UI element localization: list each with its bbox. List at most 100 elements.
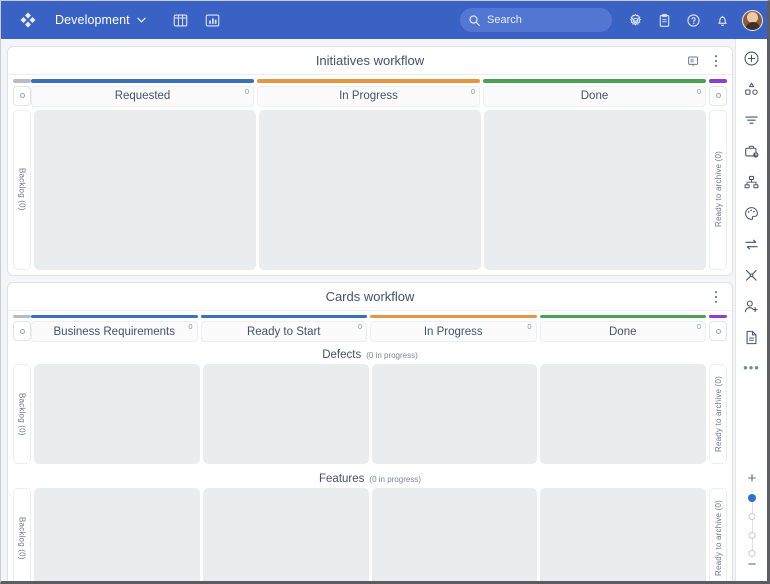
timeline-briefcase-icon[interactable] [739,138,765,164]
dropzone-done[interactable] [540,364,706,464]
topbar-actions [622,7,763,33]
backlog-lane-label-left[interactable]: Backlog (0) [13,488,31,581]
dropzone-ready-to-start[interactable] [202,364,369,464]
column-chip[interactable]: Ready to Start 0 [200,321,367,342]
backlog-lane-label-left[interactable]: Backlog (0) [13,364,31,464]
column-chip[interactable]: Done 0 [483,85,706,107]
help-icon[interactable] [680,7,706,33]
archive-lane-label-right[interactable]: Ready to archive (0) [709,109,727,270]
scissors-tools-icon[interactable] [739,262,765,288]
column-color-bar [483,79,706,83]
add-card-icon[interactable] [739,45,765,71]
dropzone-done[interactable] [484,109,706,270]
user-avatar[interactable] [742,9,763,31]
backlog-lane-collapse-toggle[interactable] [13,321,31,341]
more-tools-icon[interactable]: ••• [739,355,765,381]
archive-lane-collapse-toggle[interactable] [709,321,727,341]
dropzone-business-requirements[interactable] [34,488,200,581]
column-count: 0 [696,86,701,96]
column-color-bar [200,314,367,318]
archive-lane-label-right[interactable]: Ready to archive (0) [709,364,727,464]
column-chip[interactable]: Business Requirements 0 [31,321,198,342]
clipboard-icon[interactable] [651,7,677,33]
dropzone-ready-to-start[interactable] [202,488,369,581]
swimlane-defects: Backlog (0) Ready to archive (0) [8,364,732,469]
group-sublabel: (0 in progress) [366,351,418,360]
search-input[interactable] [487,14,629,26]
swap-arrows-icon[interactable] [739,231,765,257]
backlog-lane-label-left[interactable]: Backlog (0) [13,109,31,270]
column-chip[interactable]: Requested 0 [31,85,254,107]
notifications-bell-icon[interactable] [709,7,735,33]
column-header-in-progress: In Progress 0 [257,79,480,107]
column-header-done: Done 0 [483,79,706,107]
workflow-header-actions [706,283,726,311]
more-tools-glyph: ••• [743,360,760,375]
search-icon [468,14,481,27]
right-toolbar: ••• + − [735,39,767,581]
dropzone-in-progress[interactable] [259,109,481,270]
column-headers-initiatives: Requested 0 In Progress 0 Done 0 [8,75,732,110]
column-chip[interactable]: In Progress 0 [370,321,537,342]
backlog-lane-header-left[interactable] [13,314,31,341]
workflow-initiatives: Initiatives workflow Requested 0 In Prog… [7,46,733,276]
ready-to-archive-lane-header-right[interactable] [709,79,727,106]
column-count: 0 [357,322,362,331]
swimlane-initiatives: Backlog (0) Ready to archive (0) [8,109,732,275]
lane-label: Backlog (0) [17,168,27,211]
column-name: Ready to Start [246,325,321,338]
archive-lane-color-bar [709,79,727,83]
dropzone-in-progress[interactable] [371,364,538,464]
top-navigation-bar: Development [1,1,767,39]
archive-lane-label-right[interactable]: Ready to archive (0) [709,488,727,581]
zoom-level-3[interactable] [748,532,756,539]
dropzone-business-requirements[interactable] [34,364,200,464]
workflow-title-row: Cards workflow [8,283,732,311]
columns-cards: Business Requirements 0 Ready to Start 0 [31,314,706,342]
column-count: 0 [244,86,249,96]
backlog-lane-header-left[interactable] [13,79,31,106]
whiteboard-icon[interactable] [683,51,703,71]
zoom-level-2[interactable] [748,513,756,520]
zoom-level-1[interactable] [748,494,756,502]
column-count: 0 [470,86,475,96]
settings-icon[interactable] [622,7,648,33]
group-header-features[interactable]: Features (0 in progress) [8,469,732,488]
column-color-bar [31,79,254,83]
lane-label: Ready to archive (0) [713,151,723,228]
ready-to-archive-lane-header-right[interactable] [709,314,727,341]
hierarchy-icon[interactable] [739,169,765,195]
filter-icon[interactable] [739,107,765,133]
column-header-requested: Requested 0 [31,79,254,107]
backlog-lane-collapse-toggle[interactable] [13,85,31,106]
archive-lane-collapse-toggle[interactable] [709,85,727,106]
zoom-in-button[interactable]: + [748,471,757,489]
palette-icon[interactable] [739,200,765,226]
more-options-icon[interactable] [706,287,726,307]
column-chip[interactable]: Done 0 [539,321,706,342]
column-count: 0 [188,322,193,331]
dropzone-done[interactable] [540,488,706,581]
search-box[interactable] [460,8,640,32]
workflow-title-row: Initiatives workflow [8,47,732,75]
board-view-icon[interactable] [168,7,194,33]
zoom-level-4[interactable] [748,550,756,557]
dropzone-requested[interactable] [34,109,256,270]
column-color-bar [370,314,537,318]
analytics-view-icon[interactable] [200,7,226,33]
more-options-icon[interactable] [706,51,726,71]
workflow-header-actions [683,47,726,75]
chevron-down-icon[interactable] [137,17,146,23]
document-icon[interactable] [739,324,765,350]
project-name[interactable]: Development [55,13,130,27]
group-header-defects[interactable]: Defects (0 in progress) [8,345,732,364]
kanbanize-diamond-logo[interactable] [15,7,41,33]
zoom-out-button[interactable]: − [748,557,757,575]
dropzone-in-progress[interactable] [371,488,538,581]
column-chip[interactable]: In Progress 0 [257,85,480,107]
add-member-icon[interactable] [739,293,765,319]
workflow-structure-icon[interactable] [739,76,765,102]
dropzones-features [34,488,706,581]
zoom-slider-track[interactable] [748,494,756,557]
workflow-title: Initiatives workflow [315,53,425,68]
